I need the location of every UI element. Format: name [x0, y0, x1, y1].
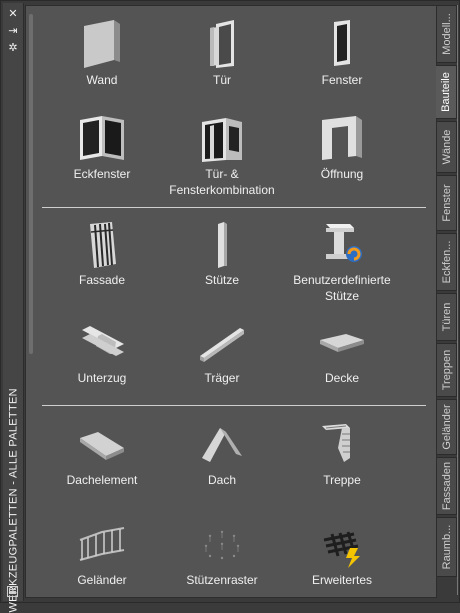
palette-titlebar[interactable]: ✕ ⇥ ✲ WERKZEUGPALETTEN - ALLE PALETTEN	[3, 3, 24, 613]
tool-label: Geländer	[77, 573, 127, 587]
tab-fassaden[interactable]: Fassaden	[437, 457, 457, 515]
railing-icon	[79, 527, 125, 561]
tab-stack-edge	[457, 5, 458, 595]
tool-roof-slab[interactable]: Dachelement	[42, 418, 162, 488]
tool-stair[interactable]: Treppe	[282, 418, 402, 488]
tool-label: Erweitertes	[311, 573, 373, 587]
tab-raumbegrenzung[interactable]: Raumb...	[437, 517, 457, 577]
tool-label: Stütze	[204, 273, 240, 287]
roof-icon	[202, 428, 242, 462]
tool-corner-window[interactable]: Eckfenster	[42, 112, 162, 182]
tool-slab[interactable]: Decke	[282, 316, 402, 386]
window-icon	[334, 20, 350, 66]
tab-modellbereich[interactable]: Modell...	[437, 5, 457, 63]
tool-label: Tür	[213, 73, 231, 87]
autohide-button[interactable]: ⇥	[6, 25, 20, 37]
tool-opening[interactable]: Öffnung	[282, 112, 402, 182]
palette-tab-strip: Modell... Bauteile Wände Fenster Eckfen.…	[436, 3, 459, 601]
tab-eckfenster[interactable]: Eckfen...	[437, 233, 457, 291]
tool-custom-column[interactable]: Benutzerdefinierte Stütze	[282, 218, 402, 304]
tool-label: Dach	[207, 473, 236, 487]
tool-curtain-wall[interactable]: Fassade	[42, 218, 162, 288]
advanced-icon	[323, 531, 360, 568]
tab-treppen[interactable]: Treppen	[437, 343, 457, 397]
corner-window-icon	[80, 116, 124, 160]
tool-door[interactable]: Tür	[162, 18, 282, 88]
tool-door-window-assembly[interactable]: Tür- & Fensterkombination	[162, 112, 282, 198]
close-button[interactable]: ✕	[6, 8, 20, 20]
tab-gelaender[interactable]: Geländer	[437, 399, 457, 455]
tab-bauteile[interactable]: Bauteile	[436, 65, 457, 119]
tab-label: Bauteile	[440, 72, 452, 112]
roof-slab-icon	[80, 432, 124, 460]
door-icon	[210, 20, 234, 68]
palette-title: WERKZEUGPALETTEN - ALLE PALETTEN	[7, 388, 20, 613]
tool-label: Tür- & Fensterkombination	[169, 167, 275, 197]
tool-label: Unterzug	[77, 371, 127, 385]
tool-label: Eckfenster	[73, 167, 131, 181]
tool-label: Dachelement	[66, 473, 138, 487]
tool-window[interactable]: Fenster	[282, 18, 402, 88]
slab-icon	[320, 334, 364, 352]
curtain-wall-icon	[90, 222, 116, 268]
tab-label: Modell...	[440, 13, 453, 55]
tab-label: Geländer	[440, 404, 453, 450]
beam-icon	[82, 326, 124, 356]
tool-wall[interactable]: Wand	[42, 18, 162, 88]
tab-label: Raumb...	[440, 524, 453, 570]
tool-label: Stützenraster	[186, 573, 258, 587]
door-window-assembly-icon	[202, 118, 242, 162]
tab-label: Türen	[440, 302, 453, 332]
stair-icon	[322, 424, 350, 462]
tool-label: Träger	[204, 371, 240, 385]
tool-railing[interactable]: Geländer	[42, 518, 162, 588]
tab-label: Eckfen...	[440, 240, 453, 284]
tool-column-grid[interactable]: Stützenraster	[162, 518, 282, 588]
vertical-scrollbar[interactable]	[29, 14, 33, 354]
tab-label: Fassaden	[440, 461, 453, 511]
tool-label: Treppe	[323, 473, 361, 487]
palette-content: Wand Tür Fenster Eckfenster Tür- & Fenst…	[25, 5, 437, 598]
tab-label: Wände	[440, 129, 453, 165]
tool-label: Decke	[324, 371, 359, 385]
tab-label: Treppen	[440, 349, 453, 391]
column-icon	[218, 222, 227, 268]
properties-button[interactable]: ✲	[6, 42, 20, 54]
tool-label: Öffnung	[320, 167, 364, 181]
opening-icon	[322, 116, 362, 160]
resize-grip-icon[interactable]	[7, 586, 18, 597]
column-grid-icon	[204, 530, 240, 560]
tool-roof[interactable]: Dach	[162, 418, 282, 488]
section-divider	[42, 405, 426, 406]
tool-label: Fenster	[321, 73, 363, 87]
tool-label: Wand	[86, 73, 118, 87]
tool-brace[interactable]: Träger	[162, 316, 282, 386]
tab-label: Fenster	[440, 184, 453, 222]
wall-icon	[84, 20, 120, 68]
tool-column[interactable]: Stütze	[162, 218, 282, 288]
tab-waende[interactable]: Wände	[437, 121, 457, 173]
tab-fenster[interactable]: Fenster	[437, 175, 457, 231]
brace-icon	[200, 328, 244, 362]
section-divider	[42, 207, 426, 208]
tool-label: Benutzerdefinierte Stütze	[293, 273, 391, 303]
tool-palette-window: ✕ ⇥ ✲ WERKZEUGPALETTEN - ALLE PALETTEN W…	[0, 0, 460, 613]
custom-column-icon	[326, 224, 362, 262]
tool-label: Fassade	[78, 273, 126, 287]
tab-tueren[interactable]: Türen	[437, 293, 457, 341]
tool-advanced[interactable]: Erweitertes	[282, 518, 402, 588]
tool-beam[interactable]: Unterzug	[42, 316, 162, 386]
